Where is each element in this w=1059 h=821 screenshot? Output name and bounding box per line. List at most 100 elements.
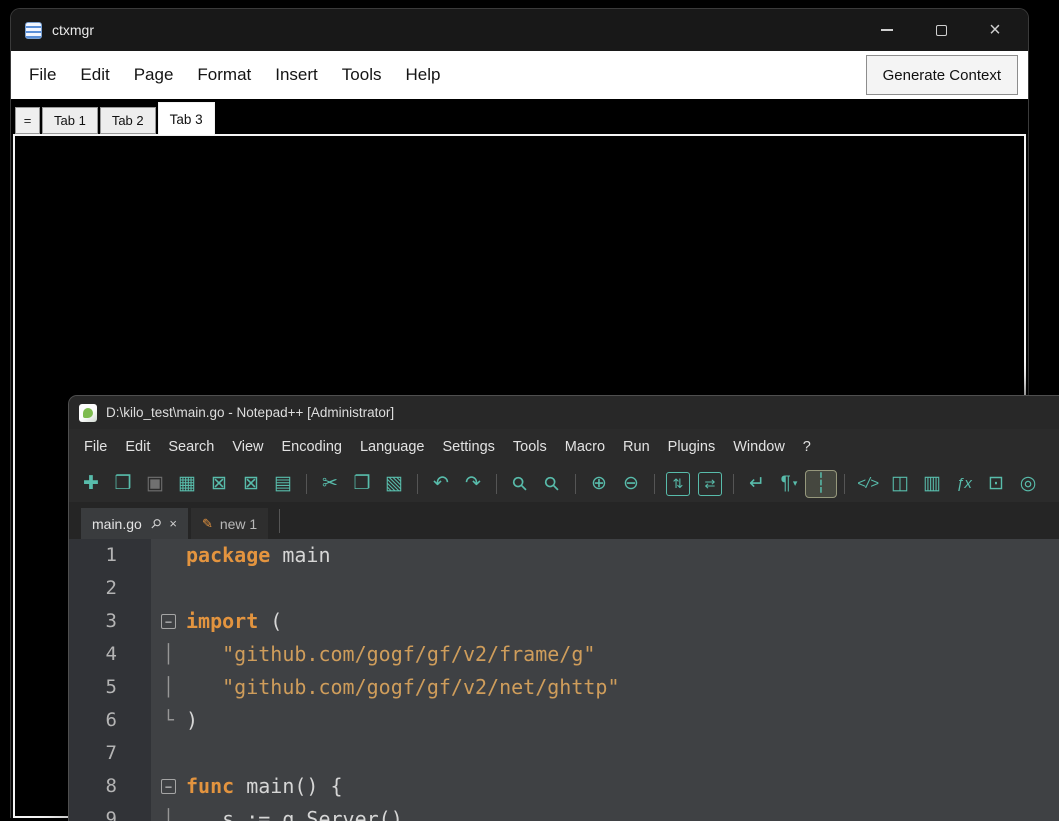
code-segment: import — [186, 609, 259, 633]
redo-button[interactable]: ↷ — [457, 470, 489, 498]
fold-margin: − — [151, 770, 186, 803]
notepad-menu-search[interactable]: Search — [159, 439, 223, 455]
code-text: package main — [186, 539, 331, 572]
notepad-menu-encoding[interactable]: Encoding — [273, 439, 351, 455]
code-text: ) — [186, 704, 198, 737]
ctxmgr-tab-tab-2[interactable]: Tab 2 — [99, 107, 156, 134]
line-number: 5 — [69, 671, 151, 704]
maximize-button[interactable] — [914, 9, 968, 51]
ctxmgr-menu-items: File Edit Page Format Insert Tools Help — [17, 65, 452, 85]
code-segment: "github.com/gogf/gf/v2/net/ghttp" — [222, 675, 620, 699]
define-language-button[interactable]: </> — [852, 470, 884, 498]
minimize-button[interactable] — [860, 9, 914, 51]
monitoring-button[interactable]: ◎ — [1012, 470, 1044, 498]
notepad-editor[interactable]: 1 package main 2 3− import (4 │ "github.com/g… — [69, 539, 1059, 821]
close-tab-icon[interactable]: × — [169, 516, 177, 531]
ctxmgr-tab-tab-3[interactable]: Tab 3 — [157, 102, 215, 136]
doc-tab-main-go[interactable]: main.go ⚲ × — [81, 508, 188, 539]
editor-line[interactable]: 5 │ "github.com/gogf/gf/v2/net/ghttp" — [69, 671, 1059, 704]
editor-line[interactable]: 8− func main() { — [69, 770, 1059, 803]
folder-as-workspace-button[interactable]: ⊡ — [980, 470, 1012, 498]
notepad-menu-help[interactable]: ? — [794, 439, 820, 455]
show-all-characters-button[interactable]: ¶ ▾ — [773, 470, 805, 498]
ctxmgr-tab-tab-1[interactable]: Tab 1 — [42, 107, 98, 134]
ctxmgr-menu-file[interactable]: File — [17, 65, 68, 85]
document-map-button[interactable]: ◫ — [884, 470, 916, 498]
notepad-menu-file[interactable]: File — [75, 439, 116, 455]
notepad-menu-language[interactable]: Language — [351, 439, 434, 455]
notepad-menu-edit[interactable]: Edit — [116, 439, 159, 455]
editor-line[interactable]: 2 — [69, 572, 1059, 605]
code-text: "github.com/gogf/gf/v2/net/ghttp" — [186, 671, 619, 704]
toolbar-separator — [306, 473, 307, 494]
undo-button[interactable]: ↶ — [425, 470, 457, 498]
toolbar-separator — [496, 473, 497, 494]
open-file-button[interactable]: ❒ — [107, 470, 139, 498]
editor-line[interactable]: 1 package main — [69, 539, 1059, 572]
word-wrap-button[interactable]: ↵ — [741, 470, 773, 498]
paste-button[interactable]: ▧ — [378, 470, 410, 498]
zoom-in-button[interactable]: ⊕ — [583, 470, 615, 498]
doc-tab-new-1[interactable]: ✎ new 1 — [190, 508, 269, 539]
notepad-menu-plugins[interactable]: Plugins — [659, 439, 725, 455]
ctxmgr-menu-help[interactable]: Help — [393, 65, 452, 85]
notepad-menu-view[interactable]: View — [223, 439, 272, 455]
document-list-button[interactable]: ▥ — [916, 470, 948, 498]
ctxmgr-titlebar[interactable]: ctxmgr × — [11, 9, 1028, 51]
line-number: 2 — [69, 572, 151, 605]
editor-line[interactable]: 4 │ "github.com/gogf/gf/v2/frame/g" — [69, 638, 1059, 671]
notepad-menu-settings[interactable]: Settings — [433, 439, 503, 455]
notepad-menu-macro[interactable]: Macro — [556, 439, 614, 455]
notepad-menu-tools[interactable]: Tools — [504, 439, 556, 455]
copy-button[interactable]: ❐ — [346, 470, 378, 498]
fold-collapse-icon[interactable]: − — [161, 614, 176, 629]
notepad-titlebar[interactable]: D:\kilo_test\main.go - Notepad++ [Admini… — [69, 396, 1059, 429]
ctxmgr-tabs: Tab 1 Tab 2 Tab 3 — [42, 102, 217, 136]
ctxmgr-menu-edit[interactable]: Edit — [68, 65, 121, 85]
fold-collapse-icon[interactable]: − — [161, 779, 176, 794]
notepad-menu-run[interactable]: Run — [614, 439, 659, 455]
editor-line[interactable]: 9 │ s := g.Server() — [69, 803, 1059, 821]
ctxmgr-menu-tools[interactable]: Tools — [330, 65, 394, 85]
code-segment: () { — [294, 774, 343, 798]
ctxmgr-menu-insert[interactable]: Insert — [263, 65, 330, 85]
editor-line[interactable]: 3− import ( — [69, 605, 1059, 638]
close-all-button[interactable]: ⊠ — [235, 470, 267, 498]
editor-line[interactable]: 7 — [69, 737, 1059, 770]
sync-horizontal-scroll-button[interactable]: ⇄ — [698, 471, 722, 496]
ctxmgr-app-icon — [25, 21, 42, 39]
indent-guide-button[interactable]: ┆ — [805, 469, 837, 498]
editor-line[interactable]: 6 └) — [69, 704, 1059, 737]
toolbar-separator — [575, 473, 576, 494]
ctxmgr-window-title: ctxmgr — [52, 22, 94, 38]
ctxmgr-menubar: File Edit Page Format Insert Tools Help Genera… — [11, 51, 1028, 99]
notepad-doc-tabs: main.go ⚲ × ✎ new 1 — [69, 502, 1059, 539]
print-button[interactable]: ▤ — [267, 470, 299, 498]
notepad-app-icon — [79, 403, 97, 422]
generate-context-button[interactable]: Generate Context — [865, 55, 1018, 95]
code-text: "github.com/gogf/gf/v2/frame/g" — [186, 638, 595, 671]
notepad-menu-window[interactable]: Window — [724, 439, 794, 455]
tab-grip-button[interactable]: = — [15, 107, 40, 134]
save-all-button[interactable]: ▦ — [171, 470, 203, 498]
new-file-button[interactable]: ✚ — [75, 470, 107, 498]
zoom-out-button[interactable]: ⊖ — [615, 470, 647, 498]
ctxmgr-menu-page[interactable]: Page — [122, 65, 186, 85]
function-list-button[interactable]: ƒx — [948, 470, 980, 498]
ctxmgr-window-controls: × — [860, 9, 1028, 51]
cut-button[interactable]: ✂ — [314, 470, 346, 498]
save-button: ▣ — [146, 473, 164, 494]
code-segment: func — [186, 774, 235, 798]
pin-icon[interactable]: ⚲ — [147, 514, 164, 532]
close-button[interactable]: × — [968, 9, 1022, 51]
dropdown-caret-icon[interactable]: ▾ — [793, 479, 798, 488]
fold-line: │ — [163, 644, 174, 665]
close-file-button[interactable]: ⊠ — [203, 470, 235, 498]
replace-button[interactable]: ⚲ — [531, 465, 573, 502]
ctxmgr-menu-format[interactable]: Format — [185, 65, 263, 85]
sync-vertical-scroll-button[interactable]: ⇅ — [666, 471, 690, 496]
line-number: 4 — [69, 638, 151, 671]
toolbar-separator — [417, 473, 418, 494]
